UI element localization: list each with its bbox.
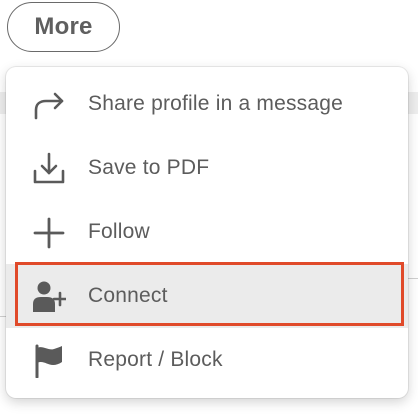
menu-item-save-pdf[interactable]: Save to PDF: [6, 136, 408, 200]
share-arrow-icon: [34, 92, 64, 120]
menu-item-label: Share profile in a message: [88, 92, 344, 115]
plus-icon: [33, 217, 65, 249]
background-divider: [408, 278, 418, 279]
download-icon: [33, 152, 65, 184]
menu-item-label: Save to PDF: [88, 156, 210, 179]
menu-item-label: Report / Block: [88, 348, 223, 371]
more-dropdown-menu: Share profile in a message Save to PDF F…: [6, 67, 408, 398]
menu-item-report-block[interactable]: Report / Block: [6, 328, 408, 392]
connect-highlight-outline: [15, 262, 404, 326]
flag-icon: [35, 344, 62, 378]
more-button[interactable]: More: [7, 2, 120, 52]
menu-item-label: Follow: [88, 220, 150, 243]
menu-item-follow[interactable]: Follow: [6, 200, 408, 264]
menu-item-share-profile[interactable]: Share profile in a message: [6, 72, 408, 136]
